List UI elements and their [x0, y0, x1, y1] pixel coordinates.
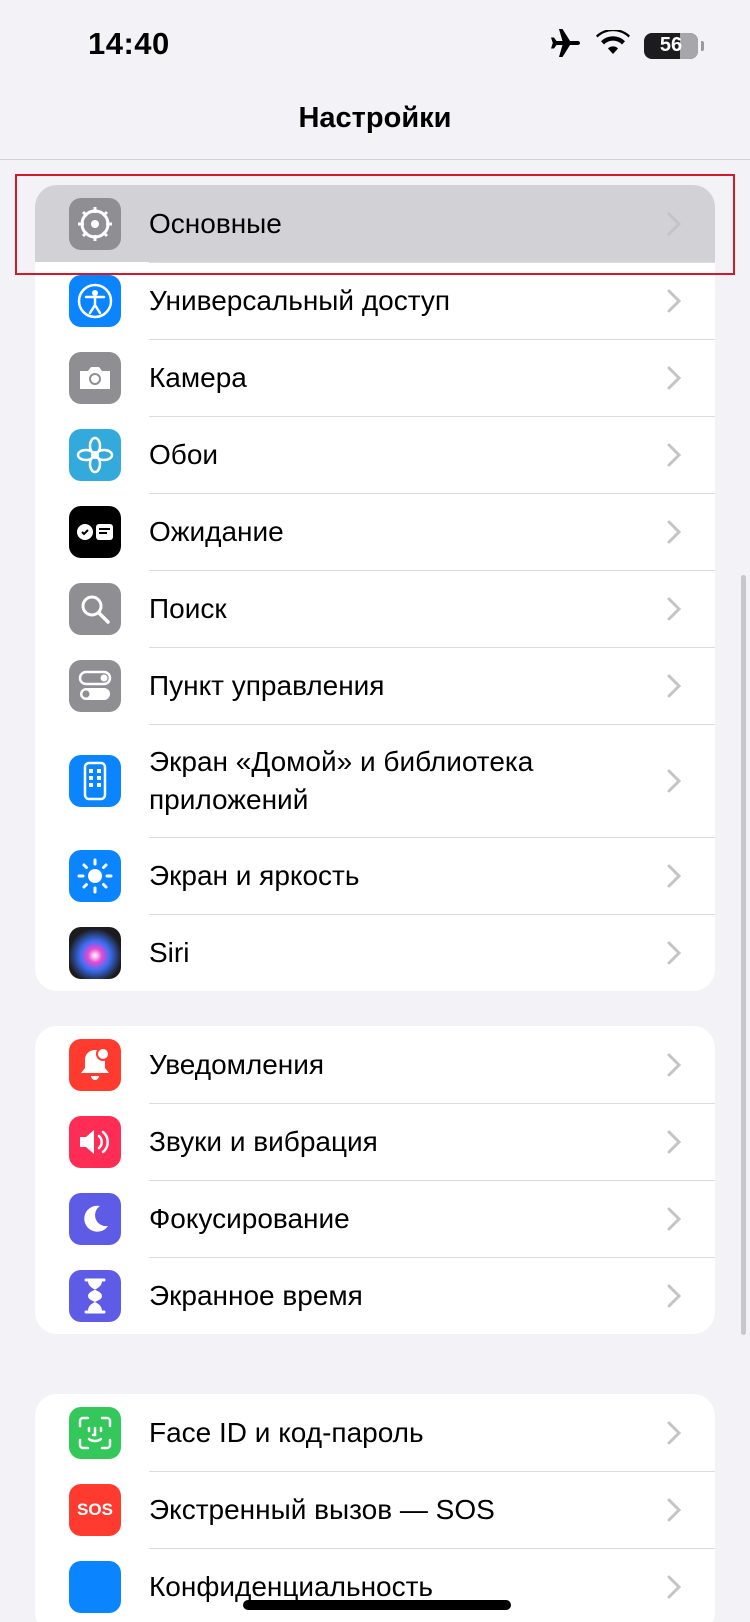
settings-row-search[interactable]: Поиск — [35, 570, 715, 647]
settings-row-sounds[interactable]: Звуки и вибрация — [35, 1103, 715, 1180]
chevron-right-icon — [667, 520, 681, 543]
settings-row-home-screen[interactable]: Экран «Домой» и библиотека приложений — [35, 724, 715, 837]
face-id-icon — [69, 1406, 121, 1459]
status-time: 14:40 — [88, 26, 170, 61]
chevron-right-icon — [667, 1421, 681, 1444]
separator — [149, 914, 715, 915]
settings-row-label: Экстренный вызов — SOS — [149, 1493, 495, 1525]
chevron-right-icon — [667, 1575, 681, 1598]
separator — [149, 416, 715, 417]
settings-row-privacy[interactable]: Конфиденциальность — [35, 1548, 715, 1622]
chevron-right-icon — [667, 674, 681, 697]
settings-row-control-center[interactable]: Пункт управления — [35, 647, 715, 724]
standby-icon — [69, 505, 121, 558]
settings-row-focus[interactable]: Фокусирование — [35, 1180, 715, 1257]
separator — [149, 724, 715, 725]
settings-row-label: Пункт управления — [149, 669, 385, 701]
settings-row-screen-time[interactable]: Экранное время — [35, 1257, 715, 1334]
settings-group-3: Face ID и код-пароль SOS Экстренный вызо… — [35, 1394, 715, 1622]
status-icons: 56 — [550, 28, 704, 63]
search-icon — [69, 582, 121, 635]
settings-row-label: Фокусирование — [149, 1202, 350, 1234]
settings-row-label: Поиск — [149, 592, 227, 624]
separator — [149, 570, 715, 571]
camera-icon — [69, 351, 121, 404]
settings-row-label: Обои — [149, 438, 219, 470]
separator — [149, 493, 715, 494]
status-bar: 14:40 56 — [0, 0, 750, 90]
separator — [149, 1548, 715, 1549]
settings-row-notifications[interactable]: Уведомления — [35, 1026, 715, 1103]
chevron-right-icon — [667, 289, 681, 312]
scroll-indicator[interactable] — [741, 575, 746, 1335]
moon-icon — [69, 1192, 121, 1245]
settings-row-siri[interactable]: Siri — [35, 914, 715, 991]
chevron-right-icon — [667, 366, 681, 389]
settings-row-standby[interactable]: Ожидание — [35, 493, 715, 570]
navigation-bar: Настройки — [0, 90, 750, 160]
settings-row-label: Универсальный доступ — [149, 284, 451, 316]
airplane-mode-icon — [550, 28, 582, 63]
chevron-right-icon — [667, 1498, 681, 1521]
settings-row-label: Экран и яркость — [149, 859, 360, 891]
separator — [149, 1180, 715, 1181]
settings-row-label: Siri — [149, 936, 190, 968]
wifi-icon — [596, 28, 630, 61]
separator — [149, 1471, 715, 1472]
settings-row-face-id[interactable]: Face ID и код-пароль — [35, 1394, 715, 1471]
separator — [149, 1257, 715, 1258]
chevron-right-icon — [667, 1207, 681, 1230]
chevron-right-icon — [667, 769, 681, 792]
page-title: Настройки — [298, 102, 452, 134]
separator — [149, 1103, 715, 1104]
speaker-icon — [69, 1115, 121, 1168]
accessibility-icon — [69, 274, 121, 327]
separator — [149, 647, 715, 648]
chevron-right-icon — [667, 1053, 681, 1076]
chevron-right-icon — [667, 941, 681, 964]
notifications-bell-icon — [69, 1038, 121, 1091]
home-indicator[interactable] — [243, 1600, 511, 1610]
settings-row-label: Ожидание — [149, 515, 284, 547]
settings-row-camera[interactable]: Камера — [35, 339, 715, 416]
separator — [149, 339, 715, 340]
control-center-icon — [69, 659, 121, 712]
chevron-right-icon — [667, 864, 681, 887]
sos-icon: SOS — [69, 1483, 121, 1536]
settings-row-wallpaper[interactable]: Обои — [35, 416, 715, 493]
settings-row-display-brightness[interactable]: Экран и яркость — [35, 837, 715, 914]
separator — [149, 837, 715, 838]
settings-row-label: Экранное время — [149, 1279, 363, 1311]
settings-row-label: Звуки и вибрация — [149, 1125, 378, 1157]
privacy-hand-icon — [69, 1560, 121, 1613]
settings-row-label: Экран «Домой» и библиотека приложений — [149, 745, 534, 815]
settings-row-label: Уведомления — [149, 1048, 325, 1080]
settings-row-emergency-sos[interactable]: SOS Экстренный вызов — SOS — [35, 1471, 715, 1548]
settings-row-label: Камера — [149, 361, 247, 393]
settings-group-1: Основные Универсальный доступ Камера Обо… — [35, 185, 715, 991]
wallpaper-flower-icon — [69, 428, 121, 481]
siri-icon — [69, 926, 121, 979]
brightness-icon — [69, 849, 121, 902]
chevron-right-icon — [667, 1284, 681, 1307]
battery-level: 56 — [659, 34, 683, 56]
home-screen-icon — [69, 754, 121, 807]
chevron-right-icon — [667, 443, 681, 466]
chevron-right-icon — [667, 597, 681, 620]
settings-group-2: Уведомления Звуки и вибрация Фокусирован… — [35, 1026, 715, 1334]
chevron-right-icon — [667, 1130, 681, 1153]
hourglass-icon — [69, 1269, 121, 1322]
settings-row-label: Face ID и код-пароль — [149, 1416, 424, 1448]
battery-indicator: 56 — [644, 32, 704, 59]
highlight-box — [15, 174, 735, 275]
